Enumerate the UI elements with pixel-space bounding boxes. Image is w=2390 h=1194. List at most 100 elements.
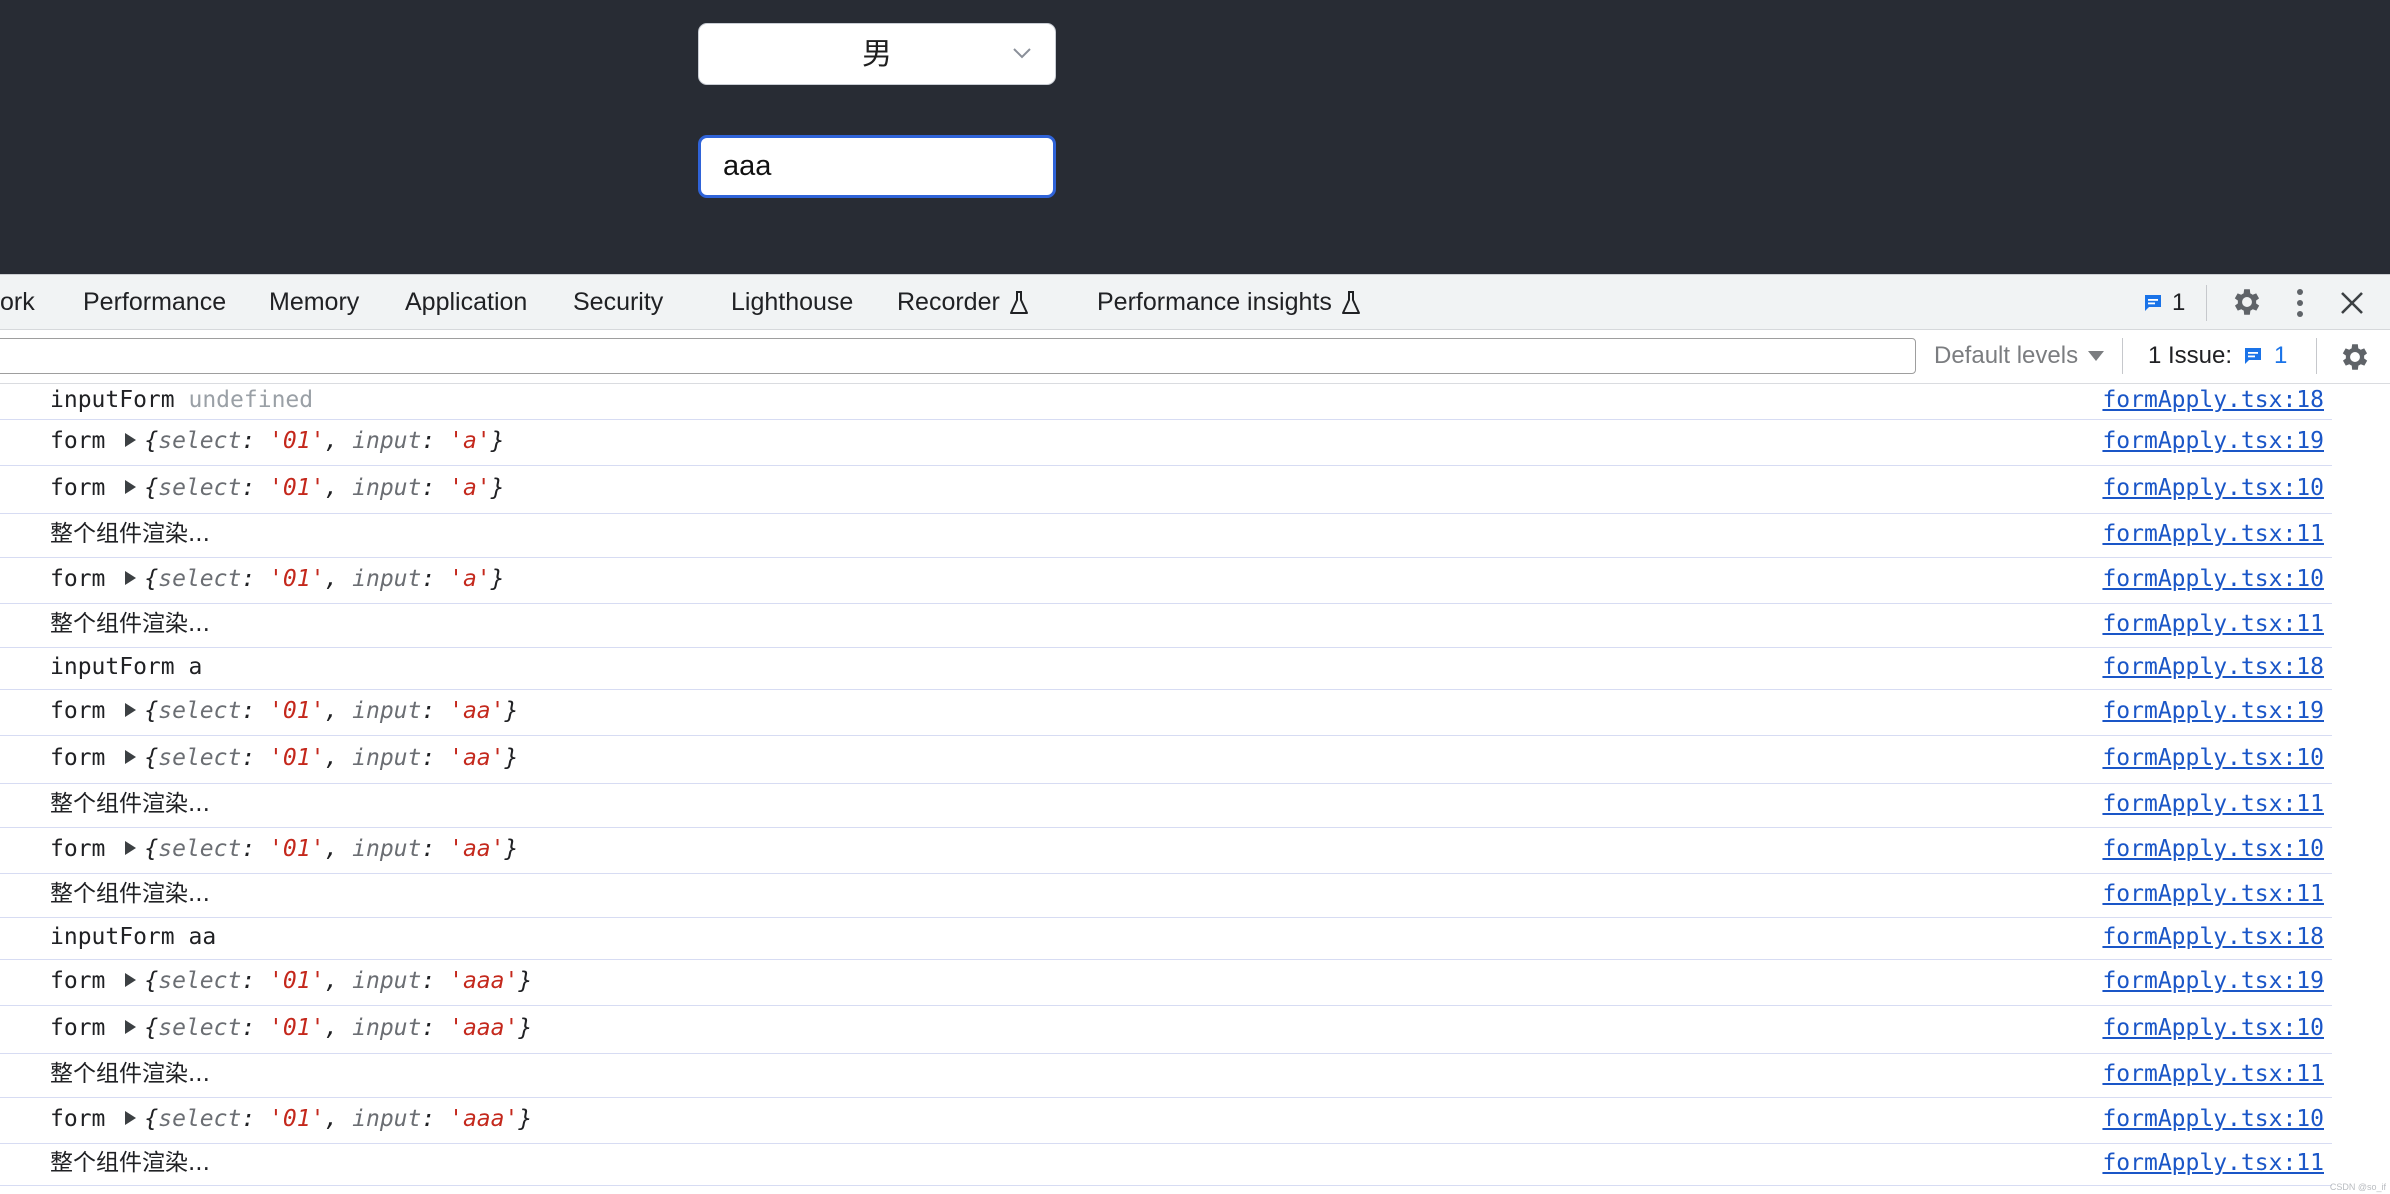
console-message-text: inputForm a [50,648,202,686]
expand-triangle-icon[interactable] [125,570,137,585]
expand-triangle-icon[interactable] [125,1019,137,1034]
object-key: select [158,566,242,592]
issues-label: 1 Issue: [2148,342,2233,369]
tab-memory[interactable]: Memory [269,275,359,329]
expand-triangle-icon[interactable] [125,972,137,987]
watermark: CSDN @so_if [2329,1182,2386,1192]
source-link[interactable]: formApply.tsx:19 [2102,690,2324,732]
console-message-row: inputForm a formApply.tsx:18 [0,648,2332,690]
console-message-row: form {select: '01', input: 'aaa'} formAppl… [0,960,2332,1006]
source-link[interactable]: formApply.tsx:19 [2102,960,2324,1002]
object-key: select [158,1106,242,1132]
source-link[interactable]: formApply.tsx:10 [2102,466,2324,510]
console-message-text: inputForm undefined [50,384,313,416]
object-preview[interactable]: {select: '01', input: 'aa'} [144,745,518,771]
source-link[interactable]: formApply.tsx:10 [2102,558,2324,600]
object-key: select [158,698,242,724]
source-link[interactable]: formApply.tsx:11 [2102,1054,2324,1094]
log-message: 整个组件渲染... [50,791,210,817]
source-link[interactable]: formApply.tsx:18 [2102,918,2324,956]
log-message: 整个组件渲染... [50,881,210,907]
console-message-row: 整个组件渲染... formApply.tsx:11 [0,514,2332,558]
console-message-text: form {select: '01', input: 'aaa'} [50,1098,532,1140]
console-filter-input[interactable] [0,338,1916,374]
source-link[interactable]: formApply.tsx:11 [2102,784,2324,824]
console-message-text: form {select: '01', input: 'a'} [50,558,505,600]
expand-triangle-icon[interactable] [125,702,137,717]
object-preview[interactable]: {select: '01', input: 'aaa'} [144,968,532,994]
log-label: inputForm [50,387,175,413]
console-settings-gear-icon[interactable] [2338,340,2372,374]
object-key: input [352,428,422,454]
expand-triangle-icon[interactable] [125,840,137,855]
log-label: inputForm [50,924,175,950]
source-link[interactable]: formApply.tsx:18 [2102,648,2324,686]
tab-application[interactable]: Application [405,275,527,329]
gender-select[interactable]: 男 [698,23,1056,85]
log-levels-dropdown[interactable]: Default levels [1934,330,2105,382]
tab-recorder[interactable]: Recorder [897,275,1030,329]
source-link[interactable]: formApply.tsx:10 [2102,828,2324,870]
object-value-select: '01' [269,428,325,454]
source-link[interactable]: formApply.tsx:11 [2102,604,2324,644]
log-label: form [50,745,106,771]
toolbar-divider [2206,285,2207,321]
source-link[interactable]: formApply.tsx:18 [2102,384,2324,416]
object-preview[interactable]: {select: '01', input: 'aaa'} [144,1106,532,1132]
console-message-text: 整个组件渲染... [50,604,210,644]
source-link[interactable]: formApply.tsx:10 [2102,736,2324,780]
object-key: select [158,968,242,994]
log-label: form [50,968,106,994]
source-link[interactable]: formApply.tsx:10 [2102,1098,2324,1140]
select-value: 男 [862,37,892,72]
source-link[interactable]: formApply.tsx:11 [2102,1144,2324,1182]
tab-label: Performance [83,288,227,316]
console-message-row: form {select: '01', input: 'aa'} formApply… [0,736,2332,784]
text-input[interactable] [698,135,1056,198]
console-message-row: 整个组件渲染... formApply.tsx:11 [0,874,2332,918]
tab-label: Lighthouse [731,288,854,316]
object-preview[interactable]: {select: '01', input: 'aa'} [144,836,518,862]
object-value-select: '01' [269,836,325,862]
object-key: select [158,1015,242,1041]
expand-triangle-icon[interactable] [125,1110,137,1125]
expand-triangle-icon[interactable] [125,432,137,447]
issues-count: 1 [2274,342,2288,369]
close-icon[interactable] [2338,289,2366,317]
expand-triangle-icon[interactable] [125,749,137,764]
issues-button[interactable]: 1 [2142,287,2185,319]
object-preview[interactable]: {select: '01', input: 'aa'} [144,698,518,724]
object-key: select [158,745,242,771]
settings-gear-icon[interactable] [2230,285,2264,319]
object-value-input: 'aa' [449,745,505,771]
object-preview[interactable]: {select: '01', input: 'a'} [144,566,504,592]
object-key: input [352,836,422,862]
tab-label: Security [573,288,664,316]
log-message: 整个组件渲染... [50,611,210,637]
source-link[interactable]: formApply.tsx:10 [2102,1006,2324,1050]
object-preview[interactable]: {select: '01', input: 'a'} [144,475,504,501]
log-levels-label: Default levels [1934,342,2079,369]
tab-performance-insights[interactable]: Performance insights [1097,275,1362,329]
more-options-icon[interactable] [2290,286,2310,320]
source-link[interactable]: formApply.tsx:11 [2102,874,2324,914]
tab-ork[interactable]: ork [0,275,35,329]
tab-security[interactable]: Security [573,275,663,329]
object-preview[interactable]: {select: '01', input: 'aaa'} [144,1015,532,1041]
object-value-input: 'aa' [449,836,505,862]
log-label: form [50,428,106,454]
tab-label: Performance insights [1097,288,1332,316]
experiment-flask-icon [1009,291,1028,315]
issues-counter[interactable]: 1 Issue: 1 [2148,330,2287,382]
tab-performance[interactable]: Performance [83,275,226,329]
log-label: form [50,1106,106,1132]
expand-triangle-icon[interactable] [125,479,137,494]
log-label: form [50,1015,106,1041]
console-toolbar: Default levels 1 Issue: 1 [0,330,2390,384]
source-link[interactable]: formApply.tsx:11 [2102,514,2324,554]
tab-lighthouse[interactable]: Lighthouse [731,275,853,329]
log-label: form [50,836,106,862]
source-link[interactable]: formApply.tsx:19 [2102,420,2324,462]
console-message-row: form {select: '01', input: 'a'} formApply.… [0,466,2332,514]
object-preview[interactable]: {select: '01', input: 'a'} [144,428,504,454]
